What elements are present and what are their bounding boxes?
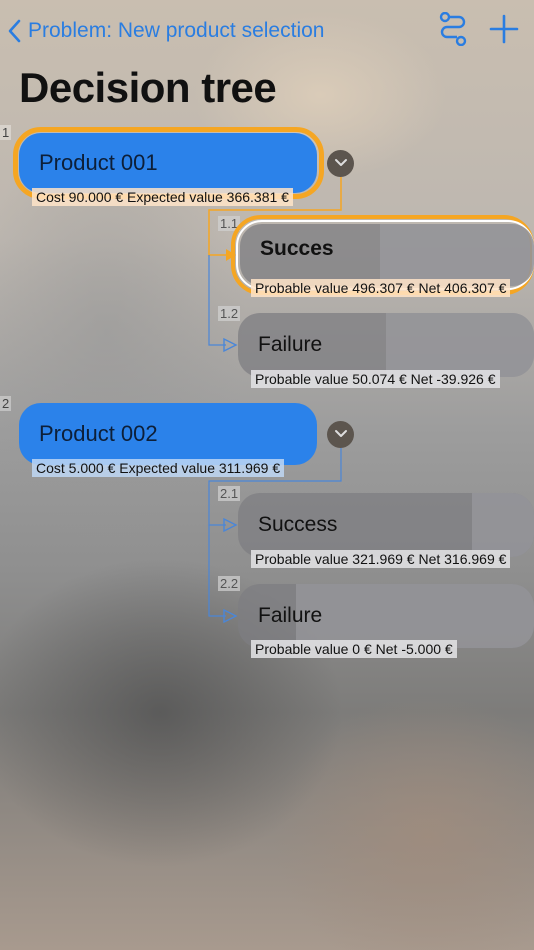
connector-1-2 [208,255,226,346]
outcome-node[interactable]: Failure [238,584,534,648]
node-label: Success [258,513,338,536]
node-label: Failure [258,604,323,627]
node-index: 2.1 [218,486,241,501]
node-label: Succes [260,237,334,260]
node-index: 1 [0,125,12,140]
node-info: Probable value 0 € Net -5.000 € [251,640,457,658]
node-label: Product 001 [39,150,158,175]
node-label: Failure [258,333,323,356]
node-info: Probable value 496.307 € Net 406.307 € [251,279,511,297]
connector-2-2 [208,525,226,617]
chevron-down-icon [334,426,348,444]
node-index: 2 [0,396,12,411]
node-info: Probable value 321.969 € Net 316.969 € [251,550,511,568]
chevron-down-icon [334,155,348,173]
decision-node[interactable]: Product 002 [19,403,317,465]
node-index: 2.2 [218,576,241,591]
node-label: Product 002 [39,421,158,446]
node-info: Probable value 50.074 € Net -39.926 € [251,370,500,388]
decision-node[interactable]: Product 001 [19,133,317,193]
node-info: Cost 5.000 € Expected value 311.969 € [32,459,285,477]
outcome-node[interactable]: Succes [240,224,534,286]
node-index: 1.2 [218,306,241,321]
collapse-toggle[interactable] [327,421,354,448]
outcome-node[interactable]: Success [238,493,534,557]
node-info: Cost 90.000 € Expected value 366.381 € [32,188,293,206]
collapse-toggle[interactable] [327,150,354,177]
outcome-node[interactable]: Failure [238,313,534,377]
